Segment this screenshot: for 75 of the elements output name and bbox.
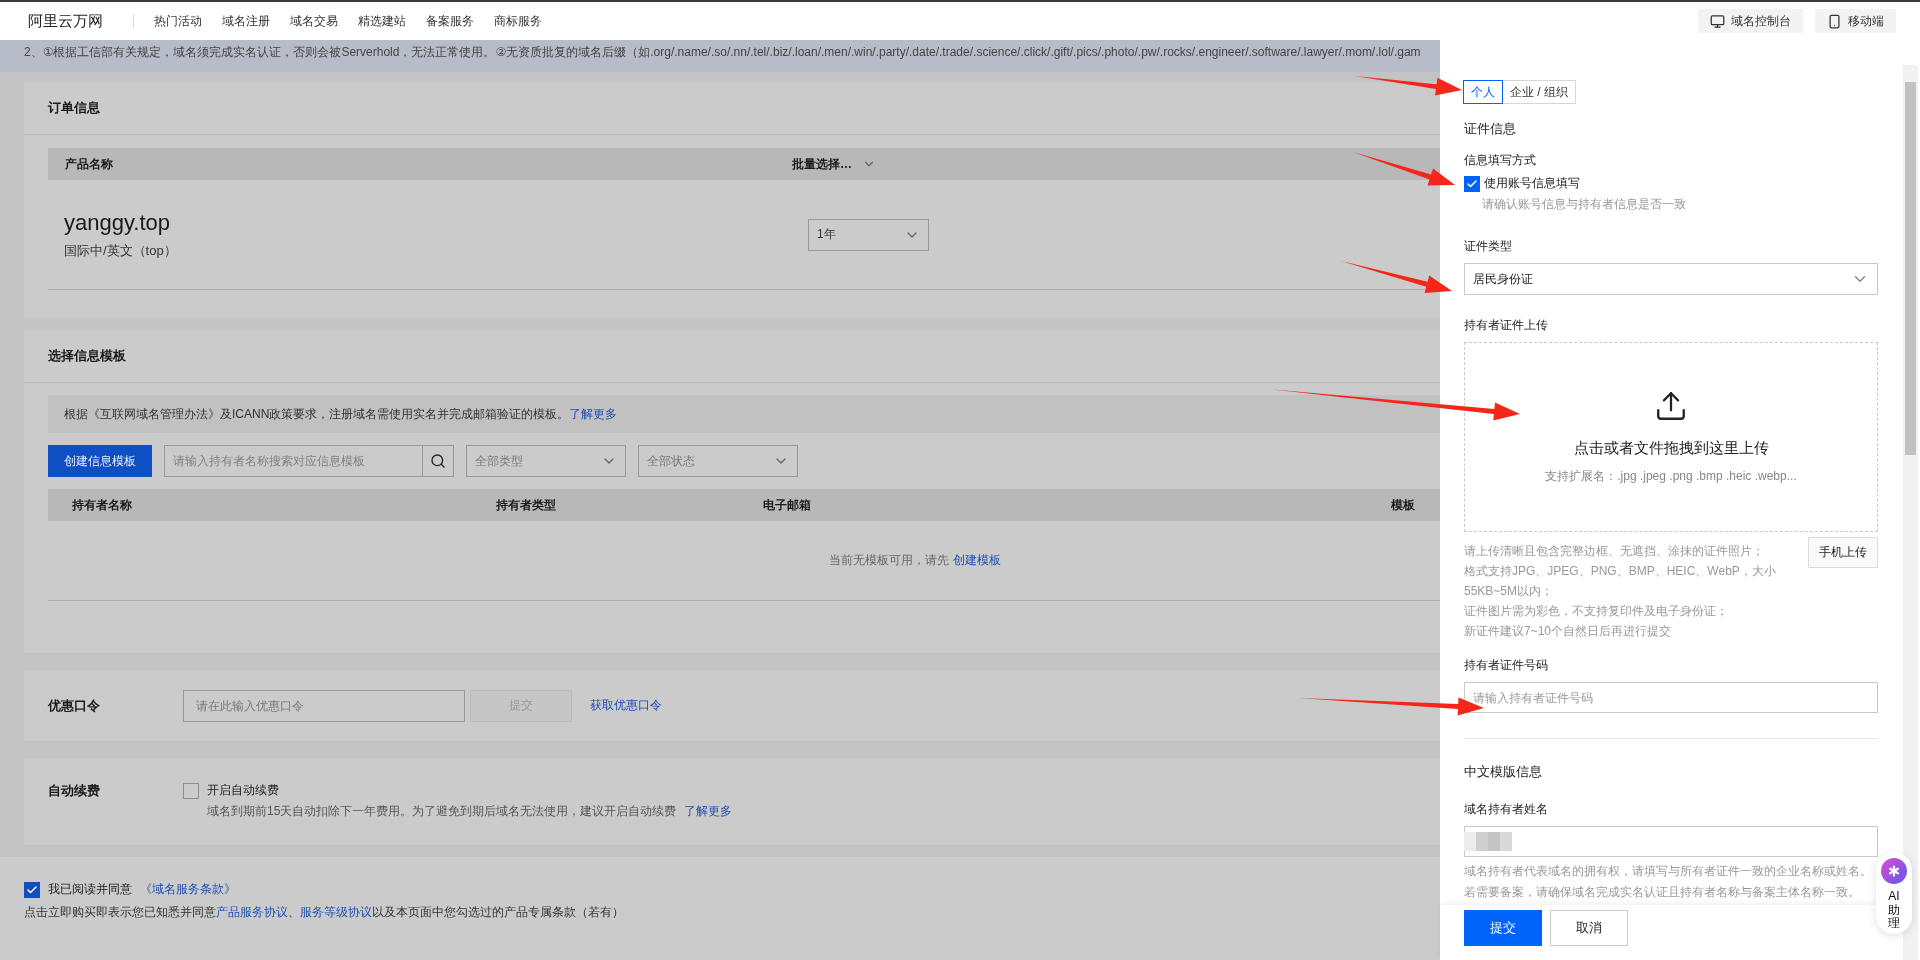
section-title: 订单信息: [48, 99, 100, 117]
field-label: 信息填写方式: [1464, 152, 1537, 169]
agreement-link[interactable]: 服务等级协议: [300, 905, 372, 919]
field-label: 持有者证件号码: [1464, 657, 1549, 674]
upload-note: 新证件建议7~10个自然日后再进行提交: [1464, 623, 1673, 640]
upload-title: 点击或者文件拖拽到这里上传: [1573, 439, 1769, 458]
column-header[interactable]: 批量选择…: [792, 155, 876, 173]
checkbox[interactable]: [183, 782, 199, 799]
column-header: 持有者名称: [71, 496, 132, 514]
checkbox-label: 使用账号信息填写: [1484, 175, 1580, 192]
hint-text: 若需要备案，请确保域名完成实名认证且持有者名称与备案主体名称一致。: [1464, 884, 1861, 901]
redacted-value: [1464, 832, 1512, 851]
check-icon: [1466, 177, 1478, 190]
checkbox[interactable]: [1464, 175, 1480, 192]
cert-number-field[interactable]: 请输入持有者证件号码: [1464, 682, 1878, 713]
section-title: 选择信息模板: [48, 347, 126, 365]
nav-link[interactable]: 备案服务: [426, 12, 474, 30]
column-header: 持有者类型: [496, 496, 556, 514]
tab[interactable]: 个人: [1463, 80, 1503, 104]
learn-more-link[interactable]: 了解更多: [569, 405, 618, 423]
column-header: 产品名称: [64, 155, 113, 173]
renew-description: 域名到期前15天自动扣除下一年费用。为了避免到期后域名无法使用，建议开启自动续费: [207, 803, 677, 821]
field-label: 证件类型: [1464, 238, 1513, 255]
info-text: 根据《互联网域名管理办法》及ICANN政策要求，注册域名需使用实名并完成邮箱验证的模板。: [64, 405, 570, 423]
assistant-button[interactable]: AI助理: [1876, 852, 1912, 934]
create-template-link[interactable]: 创建模板: [953, 552, 1001, 569]
holder-name-field[interactable]: [1464, 826, 1878, 857]
section-title: 证件信息: [1464, 120, 1517, 138]
nav-link[interactable]: 域名交易: [290, 12, 338, 30]
hint-text: 域名持有者代表域名的拥有权，请填写与所有者证件一致的企业名称或姓名。: [1464, 863, 1873, 880]
scrollbar-thumb[interactable]: [1905, 82, 1916, 455]
search-field[interactable]: 请输入持有者名称搜索对应信息模板: [164, 445, 422, 477]
column-header: 模板: [1391, 496, 1415, 514]
domain-name: yanggy.top: [64, 209, 171, 236]
domain-type: 国际中/英文（top）: [64, 241, 178, 260]
checkbox-label: 开启自动续费: [207, 782, 279, 800]
mobile-upload-button[interactable]: 手机上传: [1808, 537, 1878, 568]
phone-icon: [1827, 13, 1842, 29]
create-template-button[interactable]: 创建信息模板: [48, 445, 152, 477]
cert-type-select[interactable]: 居民身份证: [1464, 263, 1878, 295]
hint-text: 请确认账号信息与持有者信息是否一致: [1482, 196, 1687, 213]
section-title: 中文模版信息: [1464, 763, 1543, 781]
nav-button[interactable]: 移动端: [1815, 9, 1896, 33]
coupon-label: 优惠口令: [48, 696, 101, 715]
search-button[interactable]: [422, 445, 454, 477]
nav-button[interactable]: 域名控制台: [1698, 9, 1803, 33]
nav-link[interactable]: 商标服务: [494, 12, 542, 30]
check-icon: [26, 883, 38, 896]
search-icon: [430, 453, 446, 469]
upload-note: 证件图片需为彩色，不支持复印件及电子身份证；: [1464, 603, 1729, 620]
column-header: 电子邮箱: [763, 496, 811, 514]
checkbox[interactable]: [24, 881, 40, 898]
agreement-link[interactable]: 产品服务协议: [216, 905, 288, 919]
empty-text: 当前无模板可用，请先: [829, 552, 949, 569]
terms-link[interactable]: 《域名服务条款》: [140, 881, 236, 898]
field-label: 持有者证件上传: [1464, 317, 1549, 334]
upload-icon: [1654, 389, 1688, 423]
scrollbar[interactable]: [1903, 65, 1918, 960]
submit-button[interactable]: 提交: [1464, 910, 1542, 946]
cancel-button[interactable]: 取消: [1550, 910, 1628, 946]
auto-renew-label: 自动续费: [48, 782, 101, 801]
upload-note: 请上传清晰且包含完整边框、无遮挡、涂抹的证件照片；: [1464, 543, 1765, 560]
agreement-text: 我已阅读并同意: [48, 881, 132, 898]
monitor-icon: [1710, 13, 1725, 29]
learn-more-link[interactable]: 了解更多: [684, 803, 733, 821]
nav-link[interactable]: 热门活动: [154, 12, 202, 30]
upload-note: 格式支持JPG、JPEG、PNG、BMP、HEIC、WebP，大小55KB~5M以内；: [1464, 563, 1777, 600]
upload-extensions: 支持扩展名：.jpg .jpeg .png .bmp .heic .webp...: [1545, 468, 1797, 485]
nav-link[interactable]: 域名注册: [222, 12, 270, 30]
nav-link[interactable]: 精选建站: [358, 12, 406, 30]
tab[interactable]: 企业 / 组织: [1502, 80, 1576, 104]
assistant-icon: [1881, 858, 1907, 885]
logo[interactable]: 阿里云万网: [28, 11, 103, 31]
period-select[interactable]: 1年: [808, 218, 929, 251]
field-label: 域名持有者姓名: [1464, 801, 1549, 818]
